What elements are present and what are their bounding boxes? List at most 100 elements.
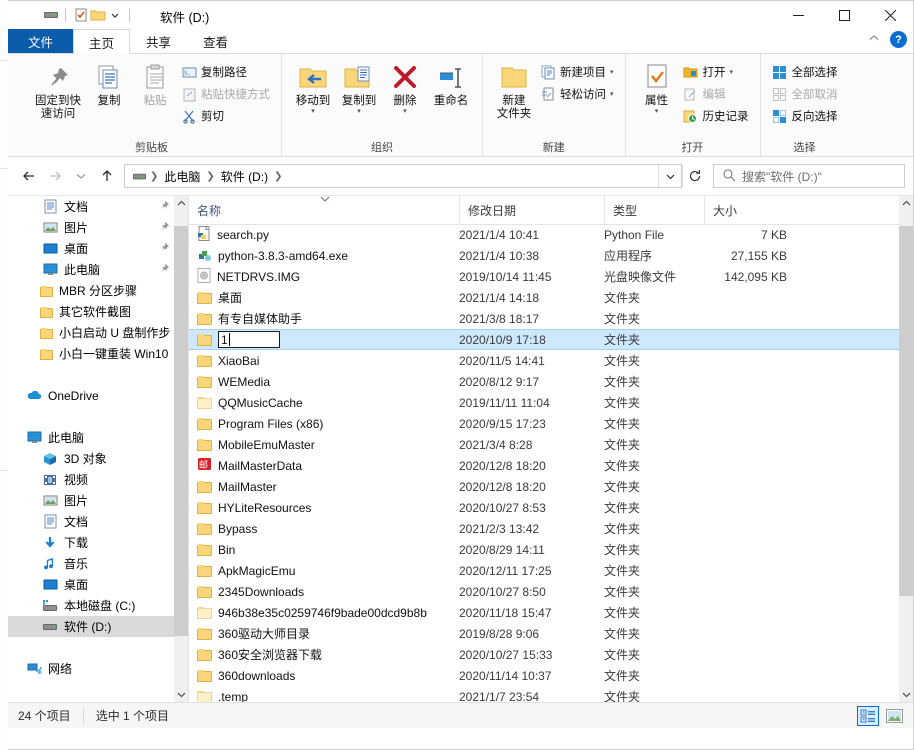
table-row[interactable]: WEMedia 2020/8/12 9:17 文件夹 [189,371,913,392]
table-row[interactable]: 桌面 2021/1/4 14:18 文件夹 [189,287,913,308]
table-row[interactable]: 2345Downloads 2020/10/27 8:50 文件夹 [189,581,913,602]
pin-icon[interactable] [159,200,170,214]
scrollbar-thumb[interactable] [899,226,913,596]
table-row[interactable]: XiaoBai 2020/11/5 14:41 文件夹 [189,350,913,371]
navigation-scrollbar[interactable] [174,196,188,702]
pin-icon[interactable] [159,242,170,256]
nav-item-drive-d[interactable]: 软件 (D:) [8,616,174,637]
table-row[interactable]: NETDRVS.IMG 2019/10/14 11:45 光盘映像文件 142,095… [189,266,913,287]
recent-locations-button[interactable] [68,164,94,188]
nav-item-videos[interactable]: 视频 [8,469,174,490]
tab-view[interactable]: 查看 [187,29,244,53]
drive-icon[interactable] [131,168,148,185]
cell-name[interactable]: 有专自媒体助手 [189,310,459,327]
nav-item-music[interactable]: 音乐 [8,553,174,574]
cell-name[interactable]: 946b38e35c0259746f9bade00dcd9b8b [189,606,459,620]
nav-item-network[interactable]: 网络 [8,658,174,679]
cell-name[interactable]: .temp [189,690,459,702]
tab-file[interactable]: 文件 [8,29,74,53]
breadcrumb-separator[interactable]: ❯ [150,171,158,182]
search-input[interactable]: 搜索"软件 (D:)" [742,168,822,185]
minimize-button[interactable] [775,1,821,29]
tab-share[interactable]: 共享 [130,29,187,53]
cell-name[interactable]: MobileEmuMaster [189,438,459,452]
cell-name[interactable]: HYLiteResources [189,501,459,515]
cell-name[interactable]: 2345Downloads [189,585,459,599]
table-row[interactable]: 946b38e35c0259746f9bade00dcd9b8b 2020/11/… [189,602,913,623]
invert-selection-button[interactable]: 反向选择 [769,105,841,127]
column-header-size[interactable]: 大小 [704,196,799,224]
nav-item-other-screenshots[interactable]: 其它软件截图 [8,301,174,322]
rename-button[interactable]: 重命名 [428,59,474,108]
breadcrumb-separator[interactable]: ❯ [206,171,214,182]
rename-input[interactable]: 1 [218,331,280,348]
cell-name[interactable]: Bin [189,543,459,557]
cell-name[interactable]: 360安全浏览器下载 [189,646,459,663]
cell-name[interactable]: NETDRVS.IMG [189,267,459,286]
up-button[interactable] [94,164,120,188]
nav-item-3d-objects[interactable]: 3D 对象 [8,448,174,469]
details-view-button[interactable] [857,706,879,726]
nav-item-win10-reinstall[interactable]: 小白一键重装 Win10 [8,343,174,364]
paste-button[interactable]: 粘贴 [132,59,178,108]
chevron-up-icon[interactable] [868,32,880,47]
select-none-button[interactable]: 全部取消 [769,83,841,105]
move-to-button[interactable]: 移动到 ▾ [290,59,336,115]
cell-name[interactable]: WEMedia [189,375,459,389]
chevron-down-icon[interactable]: ▾ [357,108,361,115]
table-row[interactable]: 1 2020/10/9 17:18 文件夹 [189,329,913,350]
column-header-type[interactable]: 类型 [604,196,704,224]
table-row[interactable]: Program Files (x86) 2020/9/15 17:23 文件夹 [189,413,913,434]
scroll-down-icon[interactable] [174,687,188,702]
easy-access-button[interactable]: 轻松访问 ▾ [537,83,617,105]
table-row[interactable]: 360downloads 2020/11/14 10:37 文件夹 [189,665,913,686]
search-box[interactable]: 搜索"软件 (D:)" [713,164,905,188]
cell-name[interactable]: MailMaster [189,480,459,494]
cell-name[interactable]: python-3.8.3-amd64.exe [189,247,459,265]
delete-button[interactable]: 删除 ▾ [382,59,428,115]
select-all-button[interactable]: 全部选择 [769,61,841,83]
nav-item-drive-c[interactable]: 本地磁盘 (C:) [8,595,174,616]
cut-button[interactable]: 剪切 [178,105,273,127]
refresh-button[interactable] [682,165,707,187]
chevron-down-icon[interactable]: ▾ [655,108,659,115]
nav-item-desktop-qa[interactable]: 桌面 [8,238,174,259]
pin-icon[interactable] [159,221,170,235]
nav-item-usb-boot-steps[interactable]: 小白启动 U 盘制作步 [8,322,174,343]
open-button[interactable]: 打开 ▾ [680,61,752,83]
chevron-down-icon[interactable]: ▾ [403,108,407,115]
table-row[interactable]: HYLiteResources 2020/10/27 8:53 文件夹 [189,497,913,518]
copy-button[interactable]: 复制 [86,59,132,108]
copy-path-button[interactable]: \\.. 复制路径 [178,61,273,83]
breadcrumb-bar[interactable]: ❯ 此电脑 ❯ 软件 (D:) ❯ [124,164,682,188]
table-row[interactable]: MailMaster 2020/12/8 18:20 文件夹 [189,476,913,497]
scroll-up-icon[interactable] [174,196,188,211]
nav-item-downloads[interactable]: 下载 [8,532,174,553]
breadcrumb-item-drive-d[interactable]: 软件 (D:) [217,167,272,186]
nav-item-this-pc[interactable]: 此电脑 [8,427,174,448]
back-button[interactable] [16,164,42,188]
nav-item-documents-qa[interactable]: 文档 [8,196,174,217]
edit-button[interactable]: 编辑 [680,83,752,105]
table-row[interactable]: 有专自媒体助手 2021/3/8 18:17 文件夹 [189,308,913,329]
nav-item-pictures-qa[interactable]: 图片 [8,217,174,238]
paste-shortcut-button[interactable]: 粘贴快捷方式 [178,83,273,105]
new-folder-icon[interactable] [89,7,106,24]
table-row[interactable]: QQMusicCache 2019/11/11 11:04 文件夹 [189,392,913,413]
scroll-up-icon[interactable] [899,196,913,211]
table-row[interactable]: ApkMagicEmu 2020/12/11 17:25 文件夹 [189,560,913,581]
file-list-scrollbar[interactable] [899,196,913,702]
chevron-down-icon[interactable]: ▾ [311,108,315,115]
cell-name[interactable]: 360驱动大师目录 [189,625,459,642]
cell-name[interactable]: 360downloads [189,669,459,683]
new-folder-button[interactable]: 新建 文件夹 [491,59,537,121]
table-row[interactable]: .temp 2021/1/7 23:54 文件夹 [189,686,913,702]
nav-item-documents[interactable]: 文档 [8,511,174,532]
scrollbar-thumb[interactable] [174,226,188,636]
breadcrumb-item-this-pc[interactable]: 此电脑 [160,167,204,186]
chevron-down-icon[interactable]: ▾ [730,69,734,76]
scroll-down-icon[interactable] [899,687,913,702]
column-header-date[interactable]: 修改日期 [459,196,604,224]
column-header-name[interactable]: 名称 [189,196,459,224]
copy-to-button[interactable]: 复制到 ▾ [336,59,382,115]
